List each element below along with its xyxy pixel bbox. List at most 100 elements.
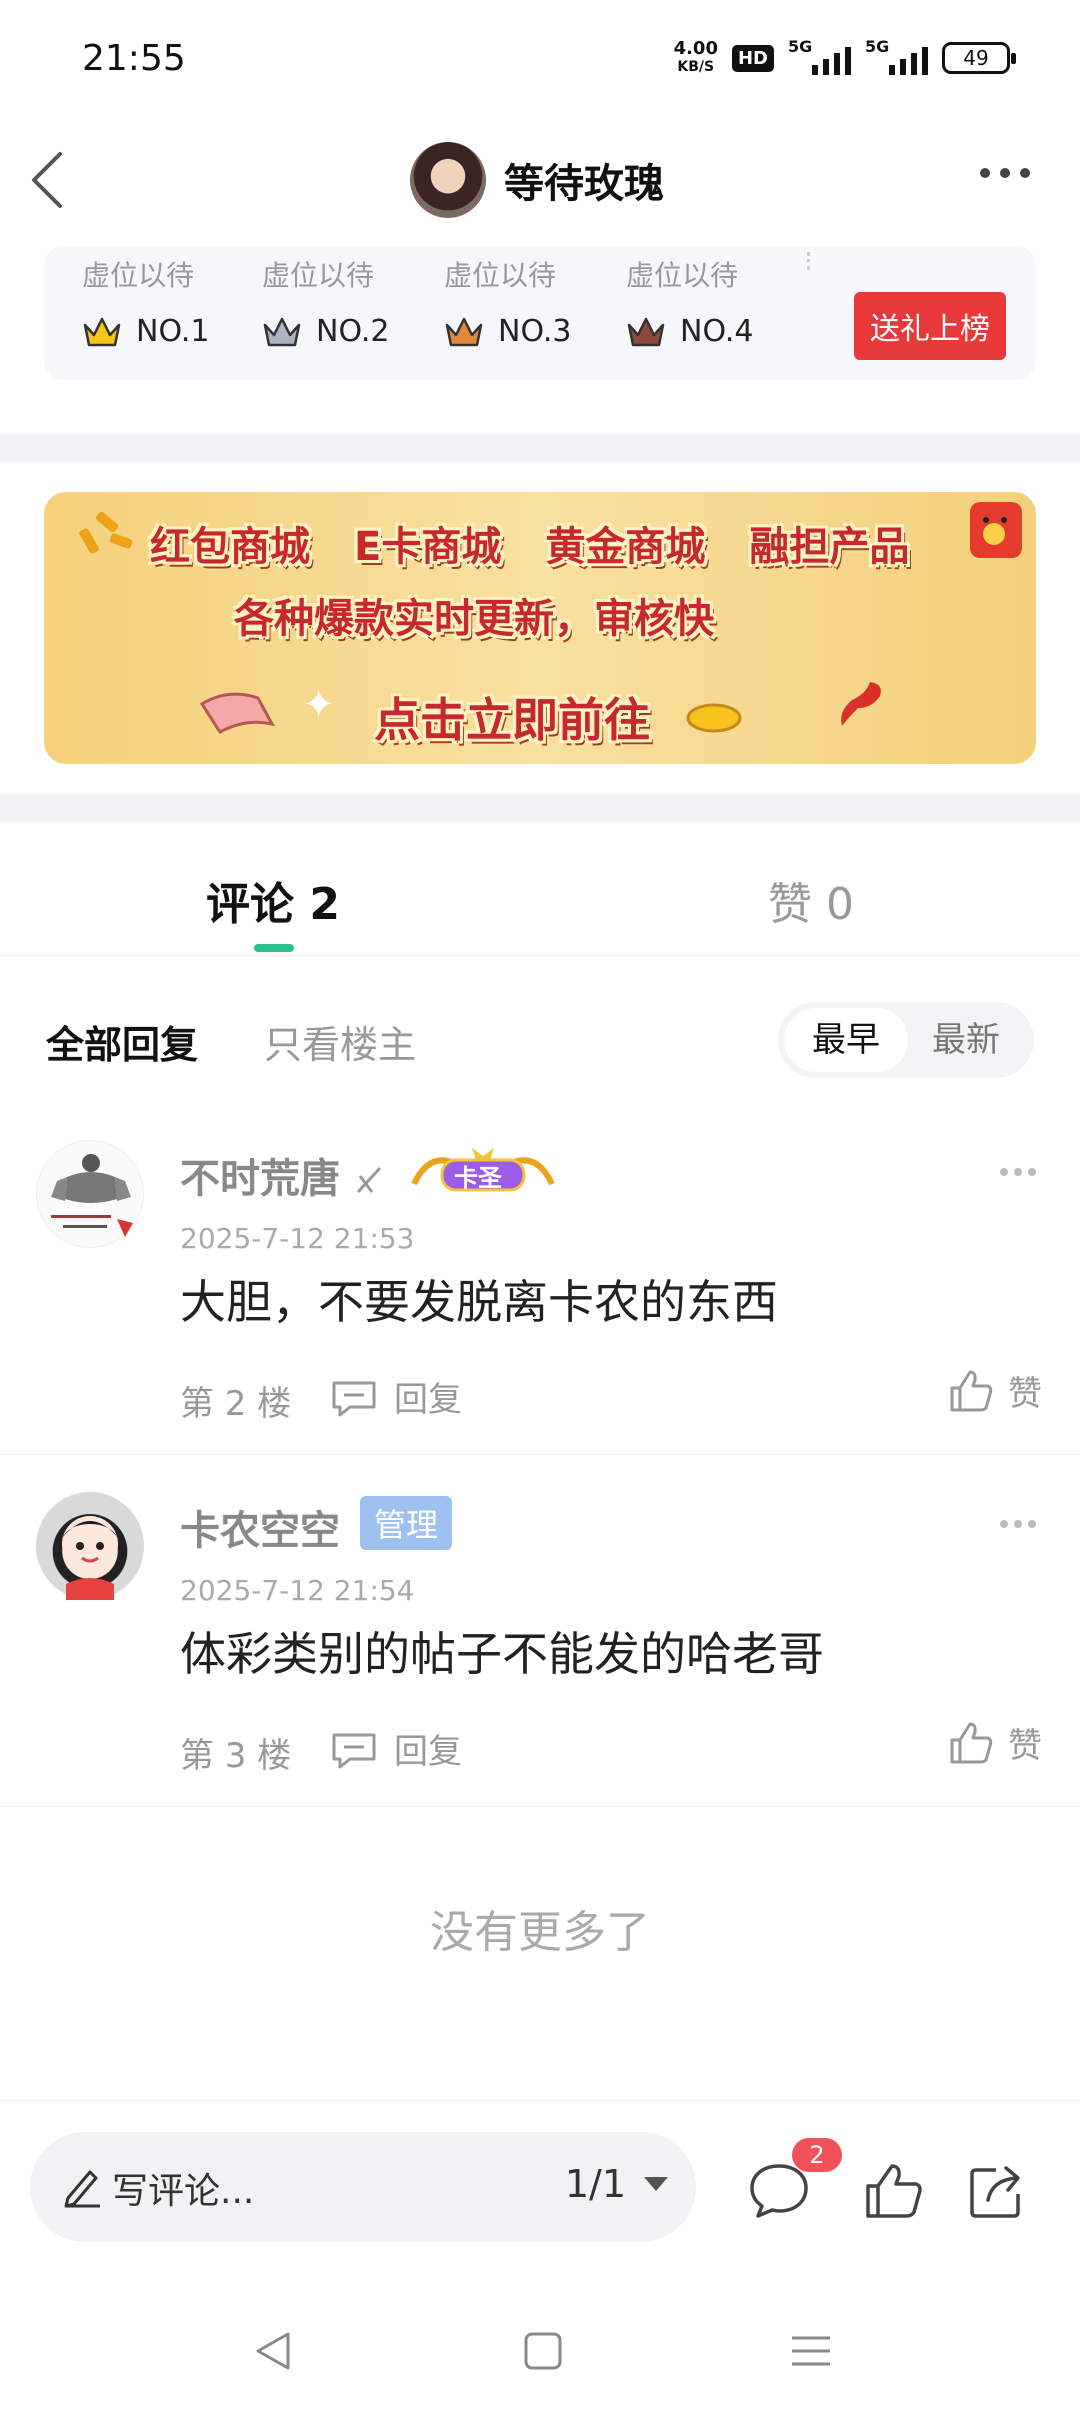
floor-number: 第 2 楼	[180, 1384, 292, 1424]
comment-time: 2025-7-12 21:53	[180, 1222, 415, 1255]
more-button[interactable]	[980, 168, 1030, 178]
status-bar: 21:55 4.00 KB/S HD 5G 5G 49	[0, 0, 1080, 120]
comment-text: 大胆，不要发脱离卡农的东西	[180, 1275, 778, 1329]
promo-banner[interactable]: 红包商城 E卡商城 黄金商城 融担产品 各种爆款实时更新，审核快 ✦ 点击立即前…	[44, 492, 1036, 764]
filter-owner-only[interactable]: 只看楼主	[264, 1014, 416, 1069]
avatar[interactable]	[36, 1140, 144, 1248]
page-selector[interactable]: 1/1	[565, 2162, 668, 2206]
banner-cta: 点击立即前往	[374, 693, 650, 747]
rank-placeholder: 虚位以待	[626, 259, 739, 292]
rank-slot-3[interactable]: 虚位以待 NO.3	[444, 254, 614, 349]
system-back-icon[interactable]	[250, 2326, 300, 2376]
comment-author[interactable]: 卡农空空	[180, 1498, 340, 1556]
reply-label: 回复	[394, 1732, 462, 1772]
avatar-image	[51, 1154, 133, 1237]
comment-item: 不时荒唐 卡圣 2025-7-12 21:53 大胆，不要发脱离卡农的东西 第 …	[0, 1140, 1080, 1450]
coin-icon	[686, 703, 742, 733]
tab-bar: 评论 2 赞 0	[0, 822, 1080, 956]
divider	[807, 252, 811, 270]
section-divider	[0, 794, 1080, 822]
rank-slot-2[interactable]: 虚位以待 NO.2	[262, 254, 432, 349]
comment-author[interactable]: 不时荒唐	[180, 1146, 384, 1204]
sparkle-icon: ✦	[302, 682, 336, 728]
floor-number: 第 3 楼	[180, 1736, 292, 1776]
filter-all-replies[interactable]: 全部回复	[46, 1014, 198, 1069]
sort-newest[interactable]: 最新	[904, 1008, 1028, 1072]
reply-icon	[332, 1733, 376, 1768]
divider	[0, 1806, 1080, 1807]
tab-likes[interactable]: 赞 0	[768, 868, 854, 932]
thumbs-up-icon	[950, 1370, 993, 1411]
reply-filter: 全部回复 只看楼主 最早 最新	[0, 990, 1080, 1086]
reply-label: 回复	[394, 1380, 462, 1420]
crown-icon	[83, 317, 121, 346]
avatar[interactable]	[36, 1492, 144, 1600]
page-indicator: 1/1	[564, 2162, 626, 2206]
tab-comments[interactable]: 评论 2	[206, 868, 340, 932]
crown-icon	[627, 317, 665, 346]
title-badge[interactable]: 卡圣	[408, 1144, 558, 1200]
top-nav: 等待玫瑰	[0, 120, 1080, 240]
comment-input-placeholder: 写评论...	[112, 2171, 255, 2212]
rank-placeholder: 虚位以待	[82, 259, 195, 292]
like-button[interactable]: 赞	[948, 1366, 1042, 1415]
page-title: 等待玫瑰	[504, 161, 664, 207]
crown-icon	[445, 317, 483, 346]
net-speed: 4.00 KB/S	[674, 40, 718, 76]
signal-icon-2: 5G	[865, 37, 928, 75]
comment-input[interactable]: 写评论... 1/1	[30, 2132, 696, 2242]
caret-down-icon	[644, 2177, 668, 2191]
comment-more-button[interactable]	[1000, 1168, 1036, 1176]
red-envelope-icon	[970, 502, 1022, 558]
rank-slot-4[interactable]: 虚位以待 NO.4	[626, 254, 796, 349]
like-button[interactable]: 赞	[948, 1718, 1042, 1767]
rank-number: NO.4	[680, 314, 754, 349]
like-label: 赞	[1008, 1374, 1042, 1414]
reply-icon	[332, 1381, 376, 1416]
share-icon[interactable]	[966, 2160, 1028, 2222]
paper-icon	[199, 692, 275, 734]
comment-time: 2025-7-12 21:54	[180, 1574, 415, 1607]
net-speed-unit: KB/S	[677, 59, 715, 75]
banner-link: E卡商城	[354, 524, 502, 570]
reply-button[interactable]: 回复	[330, 1372, 462, 1421]
no-more-text: 没有更多了	[430, 1907, 650, 1958]
net-speed-value: 4.00	[673, 38, 718, 59]
signal-label-2: 5G	[865, 37, 890, 56]
tab-indicator	[254, 944, 294, 952]
like-label: 赞	[1008, 1726, 1042, 1766]
signal-icon: 5G	[788, 37, 851, 75]
status-time: 21:55	[82, 38, 186, 79]
ribbon-icon	[841, 682, 881, 726]
avatar[interactable]	[410, 142, 486, 218]
sort-earliest[interactable]: 最早	[784, 1008, 908, 1072]
crown-icon	[263, 317, 301, 346]
rank-number: NO.1	[136, 314, 210, 349]
gift-rank-button[interactable]: 送礼上榜	[854, 292, 1006, 360]
comment-more-button[interactable]	[1000, 1520, 1036, 1528]
system-nav-bar	[0, 2300, 1080, 2412]
back-button[interactable]	[24, 148, 84, 212]
banner-links: 红包商城 E卡商城 黄金商城 融担产品	[150, 514, 909, 572]
banner-link: 黄金商城	[545, 524, 706, 570]
rank-slot-1[interactable]: 虚位以待 NO.1	[82, 254, 252, 349]
nav-user[interactable]: 等待玫瑰	[410, 142, 664, 218]
signal-label: 5G	[788, 37, 813, 56]
banner-link: 红包商城	[150, 524, 310, 570]
hd-icon: HD	[731, 44, 774, 72]
gender-icon	[356, 1166, 382, 1194]
system-home-icon[interactable]	[518, 2326, 568, 2376]
gift-ranking-card: 虚位以待 NO.1 虚位以待 NO.2 虚位以待 NO.3 虚位以待 NO.4 …	[44, 246, 1036, 380]
sort-toggle: 最早 最新	[778, 1002, 1034, 1078]
more-horizontal-icon	[1000, 1168, 1008, 1176]
system-menu-icon[interactable]	[786, 2326, 836, 2376]
sparkle-icon	[79, 511, 133, 554]
comment-item: 卡农空空 管理 2025-7-12 21:54 体彩类别的帖子不能发的哈老哥 第…	[0, 1492, 1080, 1802]
battery-icon: 49	[942, 42, 1016, 74]
thumbs-up-icon[interactable]	[862, 2160, 924, 2222]
status-icons: 4.00 KB/S HD 5G 5G 49	[674, 37, 1016, 76]
pencil-icon	[64, 2170, 100, 2208]
banner-subtitle: 各种爆款实时更新，审核快	[234, 596, 714, 642]
author-name: 不时荒唐	[180, 1156, 340, 1202]
reply-button[interactable]: 回复	[330, 1724, 462, 1773]
